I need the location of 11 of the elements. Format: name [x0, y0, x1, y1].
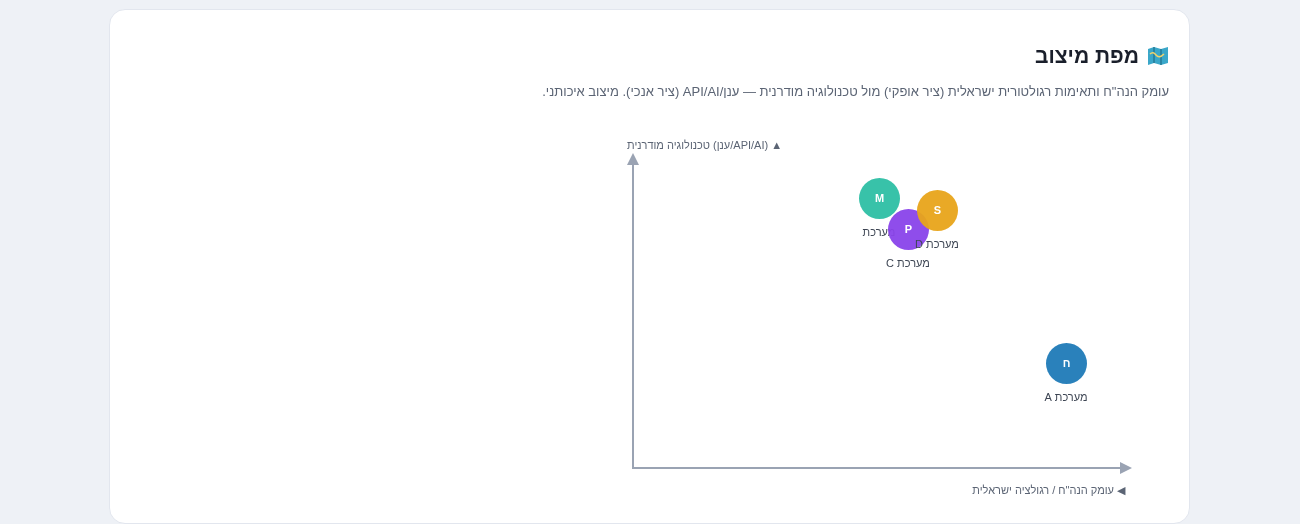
system-label: מערכת C	[886, 256, 930, 271]
system-label: מערכת A	[1044, 390, 1088, 405]
system-marker: S	[917, 190, 958, 231]
page-title: מפת מיצוב	[1035, 43, 1139, 69]
system-marker: M	[859, 178, 900, 219]
x-axis-label: ◀ עומק הנה"ח / רגולציה ישראלית	[972, 483, 1125, 498]
y-axis-label: ▲ (API/AI/ענן) טכנולוגיה מודרנית	[627, 138, 783, 153]
system-label: מערכת D	[915, 237, 959, 252]
system-marker: ח	[1046, 343, 1087, 384]
map-icon	[1147, 45, 1169, 66]
page-subtitle: עומק הנה"ח ותאימות רגולטורית ישראלית (ציר אופקי) מול טכנולוגיה מודרנית — ענן/API/AI (ציר אנכי). מיצוב איכותני.	[541, 82, 1169, 101]
